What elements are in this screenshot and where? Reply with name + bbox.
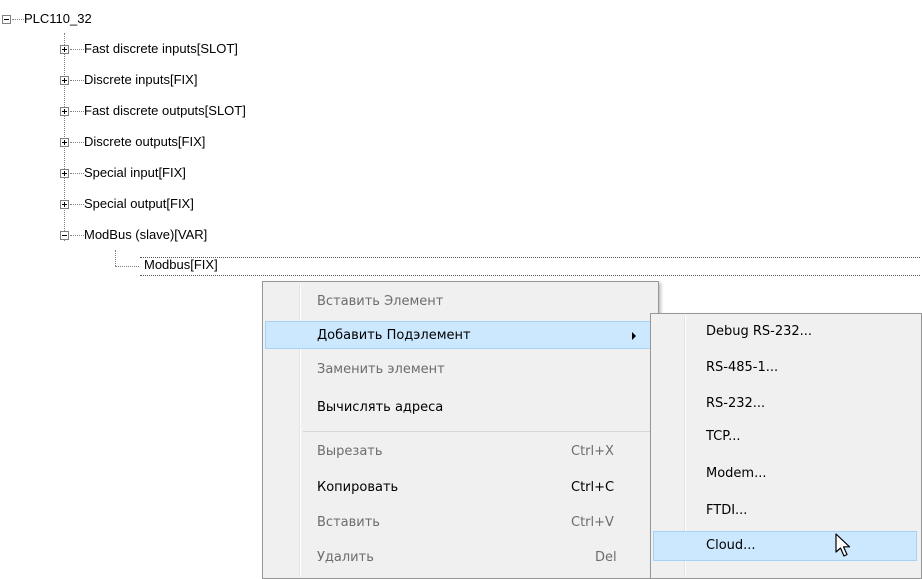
expand-discrete-outputs-icon[interactable] [60, 138, 69, 147]
tree-node-label: Modbus[FIX] [144, 257, 218, 272]
submenu-item-label: RS-485-1... [706, 360, 779, 375]
menu-item-compute-addresses[interactable]: Вычислять адреса [265, 394, 654, 422]
submenu-item-label: Cloud... [706, 538, 756, 553]
menu-item-shortcut: Del [595, 550, 617, 565]
submenu-item-label: Debug RS-232... [706, 324, 813, 339]
context-menu: Вставить Элемент Добавить Подэлемент Зам… [262, 281, 659, 579]
submenu-item-label: Modem... [706, 466, 767, 481]
menu-item-label: Заменить элемент [317, 362, 445, 377]
collapse-modbus-slave-icon[interactable] [60, 231, 69, 240]
tree-node-label: Special input[FIX] [84, 165, 186, 180]
menu-item-delete[interactable]: Удалить Del [265, 544, 654, 572]
submenu-item-tcp[interactable]: TCP... [653, 423, 917, 451]
tree-node-label: Special output[FIX] [84, 196, 194, 211]
menu-item-add-subelement[interactable]: Добавить Подэлемент [265, 321, 654, 349]
submenu-item-label: FTDI... [706, 503, 748, 518]
menu-item-label: Вставить [317, 515, 380, 530]
submenu-item-rs485-1[interactable]: RS-485-1... [653, 354, 917, 382]
menu-item-shortcut: Ctrl+X [571, 444, 614, 459]
submenu-item-ftdi[interactable]: FTDI... [653, 497, 917, 525]
tree-node-label: Fast discrete inputs[SLOT] [84, 41, 238, 56]
tree-node-label: Discrete inputs[FIX] [84, 72, 198, 87]
submenu-item-label: RS-232... [706, 396, 766, 411]
submenu-item-debug-rs232[interactable]: Debug RS-232... [653, 318, 917, 346]
menu-item-shortcut: Ctrl+C [571, 480, 615, 495]
submenu-item-label: TCP... [706, 429, 741, 444]
submenu-item-cloud[interactable]: Cloud... [653, 531, 917, 561]
menu-item-replace-element[interactable]: Заменить элемент [265, 356, 654, 384]
selection-focus-rect [140, 257, 920, 276]
menu-separator [303, 431, 654, 432]
tree-node-label: Discrete outputs[FIX] [84, 134, 206, 149]
expand-fast-discrete-outputs-icon[interactable] [60, 107, 69, 116]
expand-special-output-icon[interactable] [60, 200, 69, 209]
expand-discrete-inputs-icon[interactable] [60, 76, 69, 85]
expand-fast-discrete-inputs-icon[interactable] [60, 45, 69, 54]
expand-special-input-icon[interactable] [60, 169, 69, 178]
tree-node-label: PLC110_32 [24, 11, 92, 26]
collapse-root-icon[interactable] [2, 15, 11, 24]
tree-node-label: ModBus (slave)[VAR] [84, 227, 208, 242]
menu-item-cut[interactable]: Вырезать Ctrl+X [265, 438, 654, 466]
menu-item-label: Вырезать [317, 444, 383, 459]
menu-item-copy[interactable]: Копировать Ctrl+C [265, 474, 654, 502]
menu-item-label: Копировать [317, 480, 399, 495]
tree-node-label: Fast discrete outputs[SLOT] [84, 103, 246, 118]
submenu-arrow-icon [632, 332, 636, 340]
menu-item-paste[interactable]: Вставить Ctrl+V [265, 509, 654, 537]
submenu-item-rs232[interactable]: RS-232... [653, 390, 917, 418]
mouse-pointer-icon [835, 533, 851, 557]
menu-item-insert-element[interactable]: Вставить Элемент [265, 288, 654, 316]
submenu-item-modem[interactable]: Modem... [653, 460, 917, 488]
menu-item-shortcut: Ctrl+V [571, 515, 614, 530]
menu-item-label: Добавить Подэлемент [317, 328, 471, 343]
menu-item-label: Вставить Элемент [317, 294, 444, 309]
menu-item-label: Удалить [317, 550, 374, 565]
add-subelement-submenu: Debug RS-232... RS-485-1... RS-232... TC… [650, 313, 922, 579]
menu-item-label: Вычислять адреса [317, 400, 444, 415]
